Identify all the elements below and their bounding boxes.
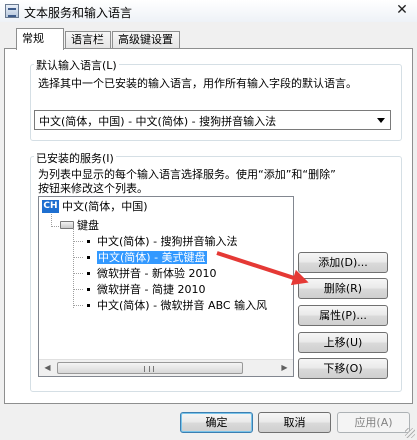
language-badge-icon: CH — [42, 200, 59, 213]
default-language-dropdown[interactable]: 中文(简体，中国) - 中文(简体) - 搜狗拼音输入法 — [34, 110, 391, 130]
tab-general[interactable]: 常规 — [16, 28, 64, 50]
installed-services-tree[interactable]: CH 中文(简体，中国) 键盘 中文(简体) - 搜狗拼音输入法 中文(简体) -… — [38, 196, 294, 377]
tree-language-node[interactable]: CH 中文(简体，中国) — [42, 199, 148, 214]
bullet-icon — [87, 239, 90, 243]
chevron-down-icon — [377, 118, 385, 123]
grip-icon — [144, 366, 154, 372]
tree-connector — [73, 273, 83, 274]
window-title: 文本服务和输入语言 — [24, 6, 133, 20]
horizontal-scrollbar[interactable]: ◀ ▶ — [39, 359, 293, 376]
tree-item-label: 中文(简体) - 美式键盘 — [97, 251, 207, 264]
tab-advanced-key-settings[interactable]: 高级键设置 — [112, 31, 180, 49]
installed-services-legend: 已安装的服务(I) — [34, 150, 116, 166]
tree-item[interactable]: 微软拼音 - 简捷 2010 — [87, 282, 205, 297]
tree-item-label: 中文(简体) - 搜狗拼音输入法 — [97, 235, 238, 248]
keyboard-icon — [60, 221, 74, 229]
cancel-button[interactable]: 取消 — [258, 412, 331, 433]
tree-connector — [73, 289, 83, 290]
properties-button[interactable]: 属性(P)... — [298, 305, 388, 326]
tree-item[interactable]: 中文(简体) - 微软拼音 ABC 输入风 — [87, 298, 267, 313]
keyboard-app-icon — [5, 4, 19, 18]
tree-item-selected[interactable]: 中文(简体) - 美式键盘 — [87, 250, 207, 265]
default-language-legend: 默认输入语言(L) — [34, 57, 119, 73]
bullet-icon — [87, 287, 90, 291]
bullet-icon — [87, 255, 90, 259]
scrollbar-thumb[interactable] — [57, 362, 243, 374]
tree-connector — [73, 305, 83, 306]
bullet-icon — [87, 303, 90, 307]
tree-language-label: 中文(简体，中国) — [62, 200, 148, 213]
tree-category-label: 键盘 — [77, 219, 99, 232]
remove-button[interactable]: 删除(R) — [298, 278, 388, 299]
tree-connector — [73, 241, 83, 242]
scroll-right-icon[interactable]: ▶ — [276, 360, 293, 376]
default-language-description: 选择其中一个已安装的输入语言，用作所有输入字段的默认语言。 — [38, 77, 357, 90]
move-down-button[interactable]: 下移(O) — [298, 358, 388, 379]
move-up-button[interactable]: 上移(U) — [298, 332, 388, 353]
title-bar[interactable]: 文本服务和输入语言 ✕ — [0, 0, 417, 22]
add-button[interactable]: 添加(D)... — [298, 252, 388, 273]
tree-connector — [51, 226, 59, 227]
tree-item[interactable]: 中文(简体) - 搜狗拼音输入法 — [87, 234, 238, 249]
tree-category-node[interactable]: 键盘 — [60, 218, 99, 233]
tree-item[interactable]: 微软拼音 - 新体验 2010 — [87, 266, 216, 281]
tab-general-label: 常规 — [22, 32, 44, 45]
close-button[interactable]: ✕ — [393, 2, 411, 18]
tree-item-label: 微软拼音 - 简捷 2010 — [97, 283, 206, 296]
dialog-window: 文本服务和输入语言 ✕ 常规 语言栏 高级键设置 默认输入语言(L) 选择其中一… — [0, 0, 417, 440]
tab-advanced-key-settings-label: 高级键设置 — [118, 33, 173, 46]
tree-item-label: 中文(简体) - 微软拼音 ABC 输入风 — [97, 299, 268, 312]
scroll-left-icon[interactable]: ◀ — [39, 360, 56, 376]
tab-language-bar-label: 语言栏 — [71, 33, 104, 46]
resize-grip-icon[interactable] — [405, 428, 415, 438]
tree-item-label: 微软拼音 - 新体验 2010 — [97, 267, 217, 280]
bullet-icon — [87, 271, 90, 275]
installed-services-description-2: 按钮来修改这个列表。 — [38, 182, 148, 195]
ok-button[interactable]: 确定 — [180, 412, 253, 433]
default-language-selected: 中文(简体，中国) - 中文(简体) - 搜狗拼音输入法 — [39, 115, 277, 128]
apply-button[interactable]: 应用(A) — [337, 412, 410, 433]
tab-language-bar[interactable]: 语言栏 — [65, 31, 111, 49]
tree-connector — [73, 257, 83, 258]
